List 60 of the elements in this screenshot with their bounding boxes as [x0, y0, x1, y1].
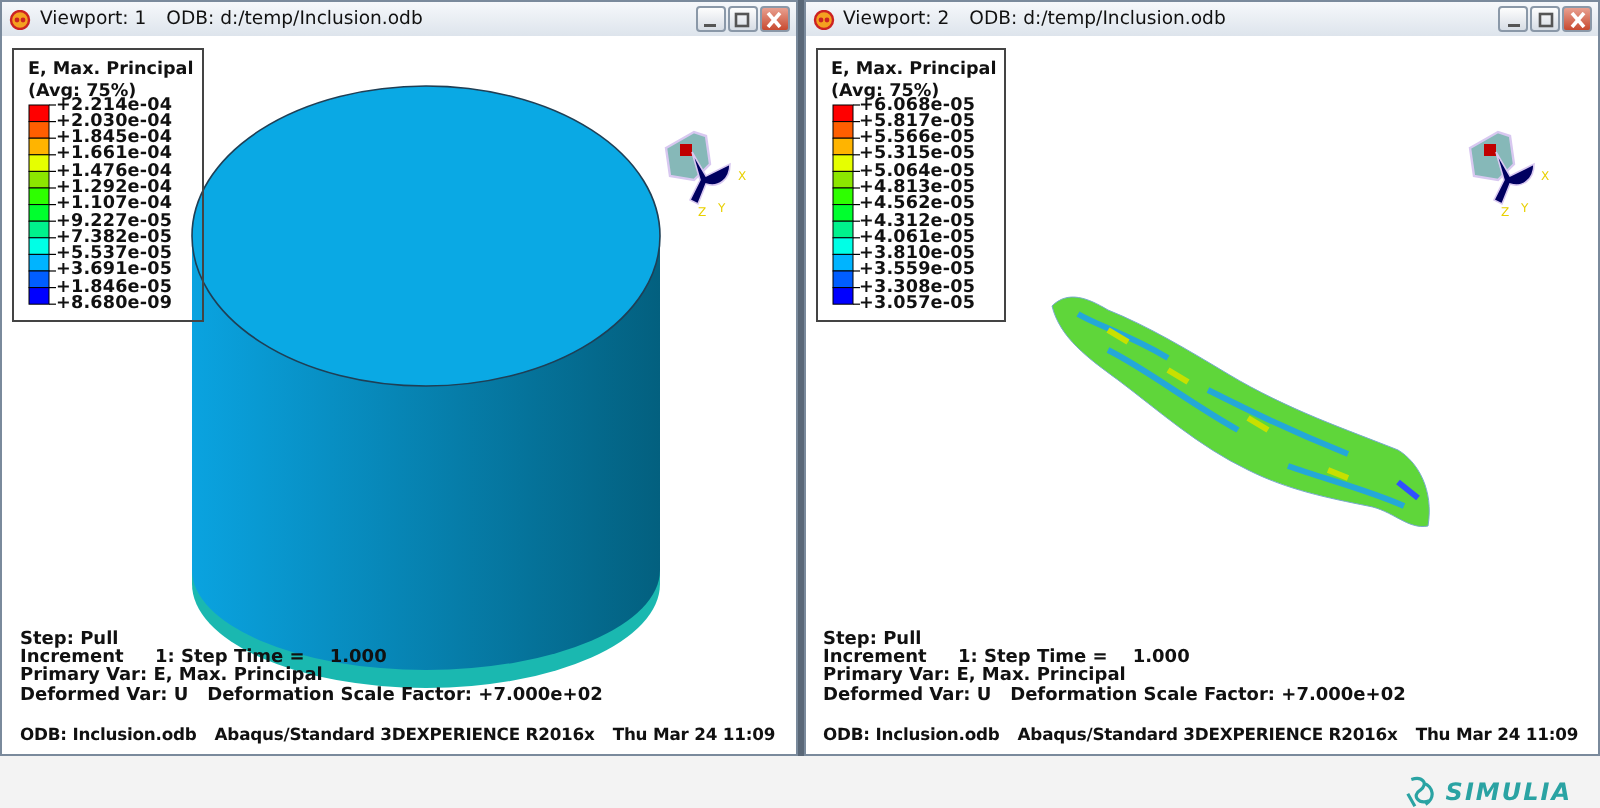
status-text: Step: Pull — [823, 631, 922, 650]
status-text: Primary Var: E, Max. Principal — [20, 668, 323, 687]
legend-value: +1.846e-05 — [56, 279, 173, 297]
footer-odb-name: ODB: Inclusion.odb — [823, 724, 1000, 746]
maximize-icon — [734, 11, 750, 27]
viewport-icon — [8, 9, 32, 29]
legend-value: +4.061e-05 — [859, 229, 976, 247]
legend-title: E, Max. Principal — [28, 60, 194, 81]
footer-solver-version: Abaqus/Standard 3DEXPERIENCE R2016x — [214, 724, 595, 746]
footer-date: Thu Mar 24 11:09 — [1415, 724, 1579, 746]
minimize-icon — [1507, 21, 1519, 27]
legend-value: +9.227e-05 — [56, 213, 173, 230]
status-text: Increment 1: Step Time = 1.000 — [823, 650, 1192, 669]
legend-value: +4.312e-05 — [859, 213, 976, 230]
legend-value: +8.680e-09 — [56, 296, 173, 313]
legend-value: +4.813e-05 — [859, 179, 976, 197]
legend-value: +7.382e-05 — [56, 229, 173, 247]
legend-value: +5.817e-05 — [859, 113, 976, 131]
viewport-title: Viewport: 1 — [40, 8, 147, 30]
legend-value: +1.845e-04 — [56, 130, 173, 147]
legend-value: +1.107e-04 — [56, 196, 173, 214]
maximize-button[interactable] — [1530, 6, 1560, 32]
status-text: Step: Pull — [20, 631, 119, 650]
odb-path: ODB: d:/temp/Inclusion.odb — [166, 8, 423, 30]
legend-value: +6.068e-05 — [859, 97, 976, 114]
close-button[interactable] — [1562, 6, 1592, 32]
legend-title: E, Max. Principal — [831, 60, 997, 81]
status-text: Deformed Var: U Deformation Scale Factor: +7.000e+02 — [823, 687, 1408, 706]
legend-value: +5.537e-05 — [56, 246, 173, 263]
legend-value: +4.562e-05 — [859, 196, 976, 214]
legend-value: +5.315e-05 — [859, 146, 976, 164]
legend-value: +1.476e-04 — [56, 163, 173, 180]
legend-value: +3.691e-05 — [56, 262, 173, 280]
legend-value: +5.566e-05 — [859, 130, 976, 147]
status-text: Primary Var: E, Max. Principal — [823, 668, 1126, 687]
legend-value: +2.030e-04 — [56, 113, 173, 131]
legend-value: +1.661e-04 — [56, 146, 173, 164]
footer-date: Thu Mar 24 11:09 — [612, 724, 776, 746]
legend-value: +2.214e-04 — [56, 97, 173, 114]
legend-value: +3.057e-05 — [859, 296, 976, 313]
minimize-icon — [704, 21, 716, 27]
maximize-button[interactable] — [727, 6, 757, 32]
odb-path: ODB: d:/temp/Inclusion.odb — [969, 8, 1226, 30]
minimize-button[interactable] — [695, 6, 725, 32]
viewport-title: Viewport: 2 — [843, 8, 950, 30]
legend-value: +3.559e-05 — [859, 262, 976, 280]
close-icon — [766, 11, 782, 27]
close-button[interactable] — [759, 6, 789, 32]
legend-value: +3.810e-05 — [859, 246, 976, 263]
viewport-icon — [811, 9, 835, 29]
legend-value: +5.064e-05 — [859, 163, 976, 180]
legend-value: +3.308e-05 — [859, 279, 976, 297]
footer-solver-version: Abaqus/Standard 3DEXPERIENCE R2016x — [1017, 724, 1398, 746]
simulia-logo: SIMULIA — [1403, 776, 1572, 808]
legend-value: +1.292e-04 — [56, 179, 173, 197]
close-icon — [1569, 11, 1585, 27]
footer-odb-name: ODB: Inclusion.odb — [20, 724, 197, 746]
maximize-icon — [1537, 11, 1553, 27]
minimize-button[interactable] — [1498, 6, 1528, 32]
status-text: Deformed Var: U Deformation Scale Factor: +7.000e+02 — [20, 687, 605, 706]
